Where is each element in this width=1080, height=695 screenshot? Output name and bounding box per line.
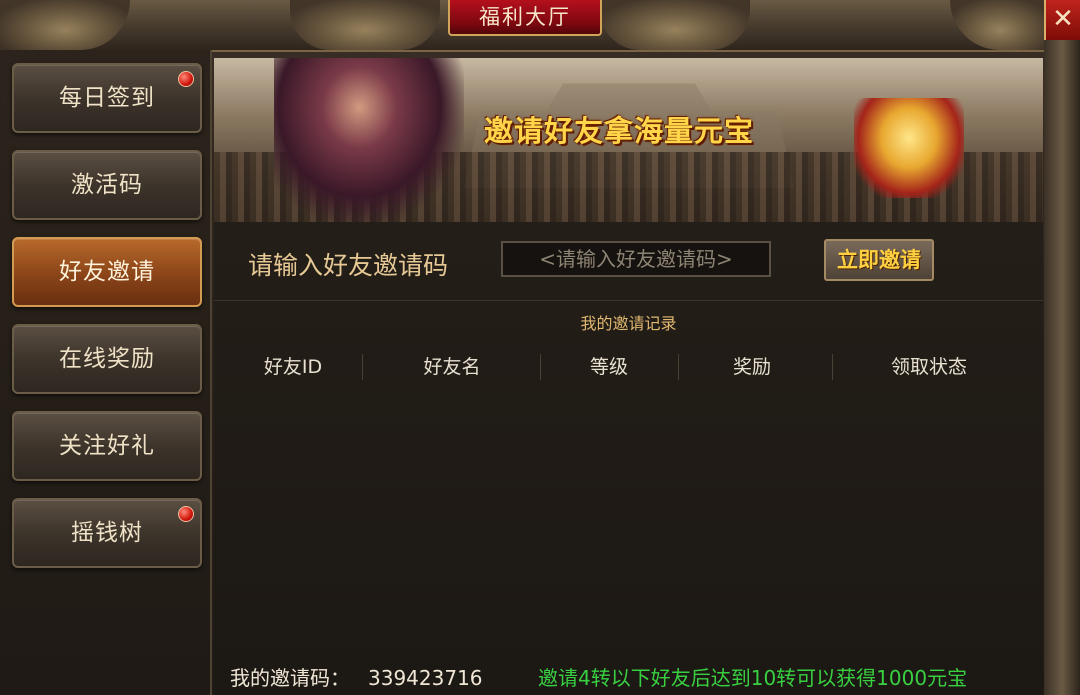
my-invite-code: 我的邀请码： 339423716	[230, 662, 483, 691]
sidebar-item-label: 激活码	[71, 172, 143, 198]
invite-code-caption: 我的邀请码：	[230, 666, 350, 690]
sidebar-item-label: 摇钱树	[71, 520, 143, 546]
sidebar: 每日签到 激活码 好友邀请 在线奖励 关注好礼 摇钱树	[0, 50, 212, 695]
dragon-ornament-icon	[290, 0, 440, 50]
close-button[interactable]: ✕	[1044, 0, 1080, 42]
column-divider	[678, 354, 679, 380]
invite-code-input[interactable]: <请输入好友邀请码>	[501, 241, 771, 277]
banner-headline: 邀请好友拿海量元宝	[483, 114, 754, 148]
sidebar-item-online-reward[interactable]: 在线奖励	[12, 324, 202, 394]
notification-dot-icon	[178, 71, 194, 87]
column-header-claim-status: 领取状态	[890, 356, 967, 378]
right-frame-border	[1044, 40, 1080, 695]
sidebar-item-daily-signin[interactable]: 每日签到	[12, 63, 202, 133]
warrior-character-illustration	[274, 58, 464, 222]
column-header-reward: 奖励	[732, 356, 771, 378]
invite-code-label: 请输入好友邀请码	[248, 251, 449, 280]
sidebar-item-label: 每日签到	[59, 85, 155, 111]
dragon-ornament-icon	[950, 0, 1050, 50]
main-panel: 邀请好友拿海量元宝 请输入好友邀请码 <请输入好友邀请码> 立即邀请 我的邀请记…	[214, 58, 1043, 695]
dragon-ornament-icon	[0, 0, 130, 50]
notification-dot-icon	[178, 506, 194, 522]
column-divider	[832, 354, 833, 380]
records-title: 我的邀请记录	[580, 314, 677, 333]
invite-reward-note: 邀请4转以下好友后达到10转可以获得1000元宝	[538, 666, 968, 690]
column-header-level: 等级	[589, 356, 628, 378]
welfare-hall-window: 福利大厅 ✕ 每日签到 激活码 好友邀请 在线奖励 关注好礼 摇钱树 邀请好友拿…	[0, 0, 1080, 695]
divider	[214, 300, 1043, 301]
invite-banner: 邀请好友拿海量元宝	[214, 58, 1043, 222]
invite-now-button[interactable]: 立即邀请	[824, 239, 934, 281]
sidebar-item-label: 好友邀请	[59, 259, 155, 285]
sidebar-item-money-tree[interactable]: 摇钱树	[12, 498, 202, 568]
sidebar-item-label: 关注好礼	[59, 433, 155, 459]
window-top-border: 福利大厅	[0, 0, 1080, 52]
column-divider	[540, 354, 541, 380]
window-title: 福利大厅	[448, 0, 602, 36]
records-table-header: 好友ID 好友名 等级 奖励 领取状态	[214, 352, 1043, 382]
invite-code-value: 339423716	[368, 666, 483, 690]
column-divider	[362, 354, 363, 380]
column-header-friend-id: 好友ID	[263, 356, 323, 378]
sidebar-item-activation-code[interactable]: 激活码	[12, 150, 202, 220]
column-header-friend-name: 好友名	[423, 356, 481, 378]
sidebar-item-follow-gift[interactable]: 关注好礼	[12, 411, 202, 481]
treasure-chest-icon	[854, 98, 964, 198]
sidebar-item-friend-invite[interactable]: 好友邀请	[12, 237, 202, 307]
dragon-ornament-icon	[600, 0, 750, 50]
sidebar-item-label: 在线奖励	[59, 346, 155, 372]
